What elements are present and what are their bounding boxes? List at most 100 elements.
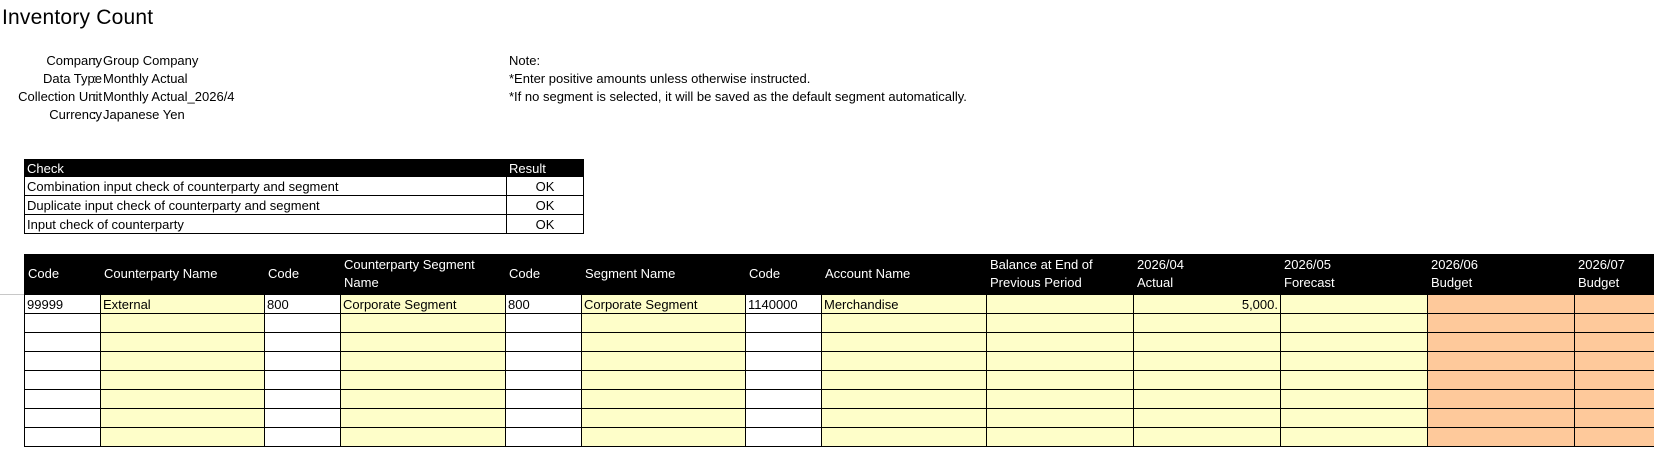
budget-2026-06-cell[interactable] [1427, 408, 1575, 428]
counterparty-segment-name-cell[interactable] [340, 389, 506, 409]
prior-balance-cell[interactable] [986, 351, 1134, 371]
account-code-cell[interactable] [745, 332, 822, 352]
budget-2026-06-cell[interactable] [1427, 294, 1575, 314]
segment-name-cell[interactable] [581, 408, 746, 428]
forecast-2026-05-cell[interactable] [1280, 294, 1428, 314]
counterparty-segment-code-cell[interactable] [264, 408, 341, 428]
segment-code-cell[interactable] [505, 332, 582, 352]
prior-balance-cell[interactable] [986, 389, 1134, 409]
segment-name-cell[interactable]: Corporate Segment [581, 294, 746, 314]
budget-2026-06-cell[interactable] [1427, 370, 1575, 390]
actual-2026-04-cell[interactable] [1133, 313, 1281, 333]
counterparty-name-cell[interactable] [100, 427, 265, 447]
actual-2026-04-cell[interactable] [1133, 370, 1281, 390]
segment-name-cell[interactable] [581, 389, 746, 409]
counterparty-segment-name-cell[interactable] [340, 370, 506, 390]
segment-code-cell[interactable] [505, 389, 582, 409]
account-code-cell[interactable] [745, 427, 822, 447]
segment-name-cell[interactable] [581, 427, 746, 447]
forecast-2026-05-cell[interactable] [1280, 427, 1428, 447]
counterparty-code-cell[interactable]: 99999 [24, 294, 101, 314]
forecast-2026-05-cell[interactable] [1280, 408, 1428, 428]
account-name-cell[interactable] [821, 408, 987, 428]
counterparty-name-cell[interactable]: External [100, 294, 265, 314]
counterparty-segment-name-cell[interactable] [340, 427, 506, 447]
counterparty-segment-code-cell[interactable]: 800 [264, 294, 341, 314]
account-code-cell[interactable] [745, 351, 822, 371]
prior-balance-cell[interactable] [986, 427, 1134, 447]
counterparty-code-cell[interactable] [24, 408, 101, 428]
budget-2026-07-cell[interactable] [1574, 427, 1654, 447]
actual-2026-04-cell[interactable] [1133, 408, 1281, 428]
segment-name-cell[interactable] [581, 351, 746, 371]
account-name-cell[interactable] [821, 313, 987, 333]
counterparty-segment-code-cell[interactable] [264, 389, 341, 409]
budget-2026-06-cell[interactable] [1427, 332, 1575, 352]
counterparty-code-cell[interactable] [24, 313, 101, 333]
segment-name-cell[interactable] [581, 313, 746, 333]
counterparty-code-cell[interactable] [24, 370, 101, 390]
budget-2026-07-cell[interactable] [1574, 389, 1654, 409]
account-code-cell[interactable] [745, 389, 822, 409]
counterparty-name-cell[interactable] [100, 370, 265, 390]
budget-2026-06-cell[interactable] [1427, 427, 1575, 447]
account-name-cell[interactable] [821, 370, 987, 390]
counterparty-segment-code-cell[interactable] [264, 313, 341, 333]
account-code-cell[interactable] [745, 370, 822, 390]
account-name-cell[interactable] [821, 389, 987, 409]
account-code-cell[interactable]: 1140000 [745, 294, 822, 314]
forecast-2026-05-cell[interactable] [1280, 351, 1428, 371]
counterparty-segment-code-cell[interactable] [264, 332, 341, 352]
account-name-cell[interactable] [821, 351, 987, 371]
counterparty-segment-name-cell[interactable] [340, 351, 506, 371]
budget-2026-06-cell[interactable] [1427, 351, 1575, 371]
counterparty-segment-code-cell[interactable] [264, 370, 341, 390]
forecast-2026-05-cell[interactable] [1280, 313, 1428, 333]
counterparty-code-cell[interactable] [24, 332, 101, 352]
budget-2026-07-cell[interactable] [1574, 313, 1654, 333]
prior-balance-cell[interactable] [986, 370, 1134, 390]
account-name-cell[interactable]: Merchandise [821, 294, 987, 314]
actual-2026-04-cell[interactable] [1133, 351, 1281, 371]
segment-name-cell[interactable] [581, 370, 746, 390]
counterparty-code-cell[interactable] [24, 389, 101, 409]
budget-2026-06-cell[interactable] [1427, 389, 1575, 409]
budget-2026-07-cell[interactable] [1574, 351, 1654, 371]
account-code-cell[interactable] [745, 313, 822, 333]
actual-2026-04-cell[interactable] [1133, 427, 1281, 447]
prior-balance-cell[interactable] [986, 332, 1134, 352]
counterparty-segment-name-cell[interactable]: Corporate Segment [340, 294, 506, 314]
counterparty-segment-name-cell[interactable] [340, 332, 506, 352]
prior-balance-cell[interactable] [986, 408, 1134, 428]
segment-code-cell[interactable] [505, 408, 582, 428]
account-name-cell[interactable] [821, 332, 987, 352]
counterparty-name-cell[interactable] [100, 408, 265, 428]
segment-code-cell[interactable] [505, 313, 582, 333]
counterparty-segment-code-cell[interactable] [264, 351, 341, 371]
budget-2026-06-cell[interactable] [1427, 313, 1575, 333]
segment-name-cell[interactable] [581, 332, 746, 352]
counterparty-segment-name-cell[interactable] [340, 408, 506, 428]
account-name-cell[interactable] [821, 427, 987, 447]
segment-code-cell[interactable] [505, 351, 582, 371]
counterparty-segment-name-cell[interactable] [340, 313, 506, 333]
counterparty-segment-code-cell[interactable] [264, 427, 341, 447]
forecast-2026-05-cell[interactable] [1280, 389, 1428, 409]
budget-2026-07-cell[interactable] [1574, 408, 1654, 428]
segment-code-cell[interactable] [505, 427, 582, 447]
counterparty-name-cell[interactable] [100, 313, 265, 333]
counterparty-name-cell[interactable] [100, 389, 265, 409]
counterparty-code-cell[interactable] [24, 427, 101, 447]
forecast-2026-05-cell[interactable] [1280, 332, 1428, 352]
forecast-2026-05-cell[interactable] [1280, 370, 1428, 390]
budget-2026-07-cell[interactable] [1574, 370, 1654, 390]
counterparty-name-cell[interactable] [100, 351, 265, 371]
actual-2026-04-cell[interactable]: 5,000. [1133, 294, 1281, 314]
budget-2026-07-cell[interactable] [1574, 294, 1654, 314]
segment-code-cell[interactable] [505, 370, 582, 390]
counterparty-name-cell[interactable] [100, 332, 265, 352]
actual-2026-04-cell[interactable] [1133, 389, 1281, 409]
prior-balance-cell[interactable] [986, 294, 1134, 314]
budget-2026-07-cell[interactable] [1574, 332, 1654, 352]
counterparty-code-cell[interactable] [24, 351, 101, 371]
